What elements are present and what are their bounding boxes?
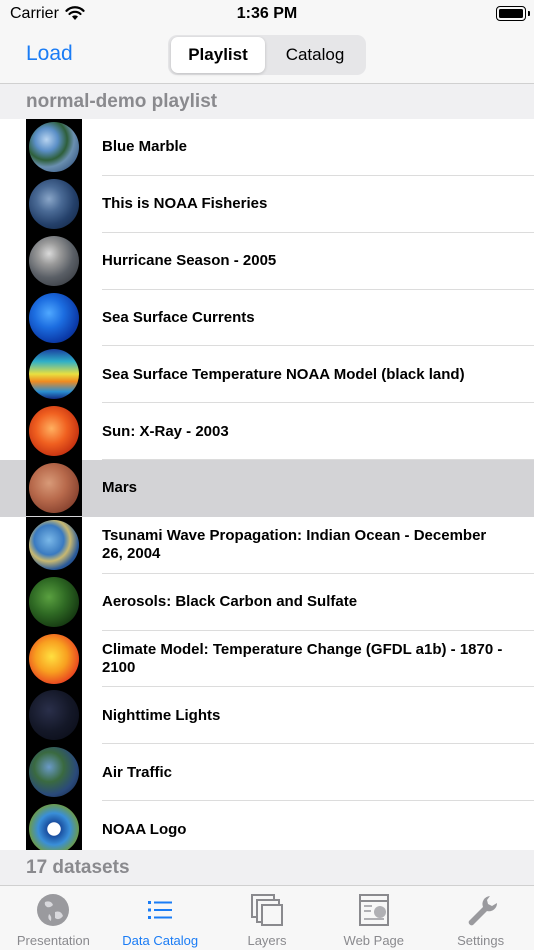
list-item[interactable]: Climate Model: Temperature Change (GFDL … xyxy=(0,630,534,688)
item-title: NOAA Logo xyxy=(102,820,187,838)
item-title: Sea Surface Temperature NOAA Model (blac… xyxy=(102,365,465,383)
item-title: Sun: X-Ray - 2003 xyxy=(102,422,229,440)
playlist-list[interactable]: Blue Marble This is NOAA Fisheries Hurri… xyxy=(0,119,534,850)
status-time: 1:36 PM xyxy=(236,5,298,22)
tab-label: Web Page xyxy=(343,933,405,948)
sun-thumbnail xyxy=(26,403,82,460)
globe-icon xyxy=(37,894,70,926)
sst-thumbnail xyxy=(26,346,82,403)
item-title: Nighttime Lights xyxy=(102,706,221,724)
blue-marble-thumbnail xyxy=(26,119,82,175)
load-button[interactable]: Load xyxy=(26,42,73,66)
item-title: Aerosols: Black Carbon and Sulfate xyxy=(102,593,358,611)
currents-thumbnail xyxy=(26,289,82,346)
list-item[interactable]: Sea Surface Currents xyxy=(0,289,534,347)
tab-label: Presentation xyxy=(16,933,90,948)
fisheries-thumbnail xyxy=(26,175,82,232)
layers-icon xyxy=(250,894,283,926)
segment-playlist[interactable]: Playlist xyxy=(171,37,265,73)
item-title: This is NOAA Fisheries xyxy=(102,195,268,213)
hurricane-thumbnail xyxy=(26,232,82,289)
tab-web-page[interactable]: Web Page xyxy=(320,886,427,950)
list-item[interactable]: Mars xyxy=(0,460,534,517)
item-title: Climate Model: Temperature Change (GFDL … xyxy=(102,641,503,677)
wrench-icon xyxy=(468,896,497,926)
item-title: Mars xyxy=(102,479,138,497)
item-title: Air Traffic xyxy=(102,763,173,781)
item-title: Tsunami Wave Propagation: Indian Ocean -… xyxy=(102,527,487,563)
tab-presentation[interactable]: Presentation xyxy=(0,886,107,950)
list-item[interactable]: Air Traffic xyxy=(0,744,534,802)
playlist-catalog-segmented-control: Playlist Catalog xyxy=(168,35,366,75)
list-icon xyxy=(148,901,173,919)
navigation-bar: Load Playlist Catalog xyxy=(0,30,534,84)
tab-settings[interactable]: Settings xyxy=(427,886,534,950)
item-title: Hurricane Season - 2005 xyxy=(102,252,277,270)
segment-catalog[interactable]: Catalog xyxy=(268,37,362,73)
battery-icon xyxy=(496,6,530,21)
dataset-count: 17 datasets xyxy=(0,850,534,885)
playlist-section-header: normal-demo playlist xyxy=(0,84,534,119)
list-item[interactable]: This is NOAA Fisheries xyxy=(0,175,534,233)
item-title: Blue Marble xyxy=(102,138,188,156)
tsunami-thumbnail xyxy=(26,516,82,573)
list-item[interactable]: Tsunami Wave Propagation: Indian Ocean -… xyxy=(0,516,534,574)
tab-label: Settings xyxy=(457,933,505,948)
air-traffic-thumbnail xyxy=(26,744,82,801)
tab-label: Layers xyxy=(247,933,287,948)
list-item[interactable]: NOAA Logo xyxy=(0,801,534,850)
tab-layers[interactable]: Layers xyxy=(214,886,321,950)
aerosols-thumbnail xyxy=(26,573,82,630)
list-item[interactable]: Aerosols: Black Carbon and Sulfate xyxy=(0,573,534,631)
mars-thumbnail xyxy=(26,460,82,517)
list-item[interactable]: Sea Surface Temperature NOAA Model (blac… xyxy=(0,346,534,404)
status-bar: Carrier 1:36 PM xyxy=(0,0,534,30)
tab-data-catalog[interactable]: Data Catalog xyxy=(107,886,214,950)
list-item[interactable]: Sun: X-Ray - 2003 xyxy=(0,403,534,461)
climate-thumbnail xyxy=(26,630,82,687)
item-title: Sea Surface Currents xyxy=(102,308,255,326)
tab-label: Data Catalog xyxy=(122,933,199,948)
noaa-logo-thumbnail xyxy=(26,801,82,850)
web-page-icon xyxy=(358,894,389,926)
list-item[interactable]: Nighttime Lights xyxy=(0,687,534,745)
night-lights-thumbnail xyxy=(26,687,82,744)
tab-bar: Presentation Data Catalog Layers Web Pag… xyxy=(0,885,534,950)
list-item[interactable]: Blue Marble xyxy=(0,119,534,176)
list-item[interactable]: Hurricane Season - 2005 xyxy=(0,232,534,290)
